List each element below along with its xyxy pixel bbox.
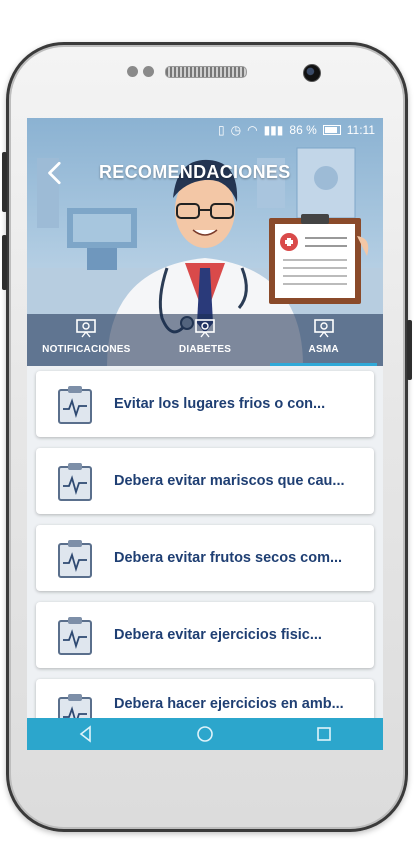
sensor-dot <box>143 66 154 77</box>
list-item-text: Evitar los lugares frios o con... <box>114 396 326 412</box>
recommendation-list: Evitar los lugares frios o con... Debera… <box>27 366 383 718</box>
vibrate-icon: ▯ <box>218 123 225 137</box>
presentation-board-icon <box>76 319 97 338</box>
presentation-board-icon <box>313 319 334 338</box>
clipboard-heartbeat-icon <box>58 463 92 501</box>
arrow-left-icon[interactable] <box>43 160 69 186</box>
clipboard-heartbeat-icon <box>58 617 92 655</box>
nav-home-icon[interactable] <box>196 725 214 743</box>
nav-recents-icon[interactable] <box>315 725 333 743</box>
system-nav-bar <box>27 718 383 750</box>
tab-label: ASMA <box>308 344 339 355</box>
page-title: RECOMENDACIONES <box>99 162 291 182</box>
signal-icon: ▮▮▮ <box>263 123 284 137</box>
battery-percent: 86 % <box>289 123 317 137</box>
sensor-dot <box>127 66 138 77</box>
tab-label: DIABETES <box>178 344 232 355</box>
list-item-text: Debera evitar frutos secos com... <box>114 550 343 566</box>
clock: 11:11 <box>346 123 375 137</box>
tab-diabetes[interactable]: DIABETES <box>146 314 265 366</box>
list-item-text: Debera hacer ejercicios en amb... <box>114 696 344 712</box>
list-item-text: Debera evitar mariscos que cau... <box>114 473 345 489</box>
list-item[interactable]: Debera evitar mariscos que cau... <box>36 448 374 514</box>
clipboard-heartbeat-icon <box>58 694 92 718</box>
alarm-icon: ◷ <box>230 123 242 137</box>
tab-notificaciones[interactable]: NOTIFICACIONES <box>27 314 146 366</box>
status-bar: ▯ ◷ ◠ ▮▮▮ 86 % 11:11 <box>27 118 383 142</box>
power-button <box>407 320 412 380</box>
nav-back-icon[interactable] <box>77 725 95 743</box>
volume-button <box>2 152 7 212</box>
tab-label: NOTIFICACIONES <box>42 344 131 355</box>
presentation-board-icon <box>195 319 215 338</box>
tab-bar: NOTIFICACIONES DIABETES ASMA <box>27 314 383 366</box>
front-camera <box>303 64 321 82</box>
list-item[interactable]: Debera hacer ejercicios en amb... <box>36 679 374 718</box>
tab-asma[interactable]: ASMA <box>264 314 383 366</box>
wifi-icon: ◠ <box>247 123 258 137</box>
screen: ▯ ◷ ◠ ▮▮▮ 86 % 11:11 RECOMENDACIONES NOT… <box>27 118 383 750</box>
battery-icon <box>322 125 341 135</box>
list-item[interactable]: Debera evitar ejercicios fisic... <box>36 602 374 668</box>
side-button <box>2 235 7 290</box>
header-illustration: ▯ ◷ ◠ ▮▮▮ 86 % 11:11 RECOMENDACIONES NOT… <box>27 118 383 366</box>
clipboard-heartbeat-icon <box>58 386 92 424</box>
clipboard-heartbeat-icon <box>58 540 92 578</box>
earpiece-speaker <box>165 66 247 78</box>
list-item[interactable]: Debera evitar frutos secos com... <box>36 525 374 591</box>
list-item[interactable]: Evitar los lugares frios o con... <box>36 371 374 437</box>
list-item-text: Debera evitar ejercicios fisic... <box>114 627 322 643</box>
